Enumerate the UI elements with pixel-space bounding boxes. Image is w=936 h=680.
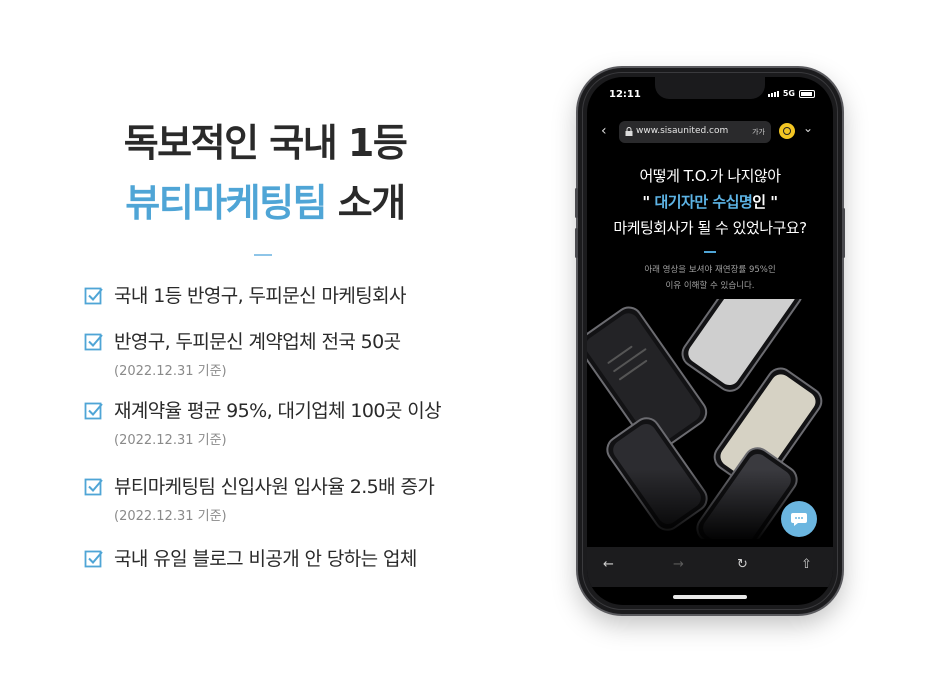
headline-rest: 소개 [326,181,406,225]
page-highlight: 대기자만 수십명 [654,193,753,211]
volume-down-button [575,228,578,258]
signal-icon [767,90,779,97]
feature-text: 재계약율 평균 95%, 대기업체 100곳 이상 [114,400,442,422]
page-subtext-line2: 이유 이해할 수 있습니다. [665,281,755,291]
feature-text: 국내 유일 블로그 비공개 안 당하는 업체 [114,548,417,570]
status-indicators: 5G [767,89,815,98]
share-icon[interactable]: ⇧ [801,557,812,572]
feature-note: (2022.12.31 기준) [114,509,227,524]
url-text: www.sisaunited.com [636,126,729,136]
battery-icon [799,89,815,98]
quote-open: " [642,193,655,211]
home-indicator [673,595,747,599]
checkbox-checked-icon [84,287,103,305]
feature-text: 뷰티마케팅팀 신입사원 입사율 2.5배 증가 [114,476,435,498]
lock-icon [625,127,633,136]
network-label: 5G [782,89,795,98]
intro-section: 독보적인 국내 1등 뷰티마케팅팀 소개 국내 1등 반영구, 두피문신 마케팅… [0,0,540,680]
page-subtext-line1: 아래 영상을 보셔야 재연장률 95%인 [644,265,776,275]
volume-up-button [575,188,578,218]
page-divider [704,251,716,253]
chevron-left-icon[interactable]: ‹ [601,123,607,139]
quote-close: 인 " [752,193,778,211]
chat-button[interactable] [781,501,817,537]
page-question-line3: 마케팅회사가 될 수 있었나구요? [613,219,807,237]
status-bar: 12:11 5G [587,77,833,113]
browser-toolbar: ← → ↻ ⇧ [587,547,833,587]
chat-bubble-icon [791,513,807,526]
address-field[interactable]: www.sisaunited.com 가가 [619,121,771,143]
extension-icon[interactable] [779,123,795,139]
status-time: 12:11 [609,89,641,100]
chevron-down-icon[interactable]: ⌄ [803,121,813,135]
checkbox-checked-icon [84,550,103,568]
headline-accent: 뷰티마케팅팀 [125,181,327,225]
browser-url-bar: ‹ www.sisaunited.com 가가 ⌄ [587,117,833,147]
feature-note: (2022.12.31 기준) [114,364,227,379]
back-arrow-icon[interactable]: ← [603,557,614,572]
headline-line1: 독보적인 국내 1등 [123,121,408,165]
phone-mockup: 12:11 5G ‹ www.sisaunited.com 가가 ⌄ 어떻게 T… [575,68,845,614]
checkbox-checked-icon [84,333,103,351]
headline-line2: 뷰티마케팅팀 소개 [0,172,530,227]
checkbox-checked-icon [84,478,103,496]
feature-note: (2022.12.31 기준) [114,433,227,448]
reload-icon[interactable]: ↻ [737,557,748,572]
page-question-line1: 어떻게 T.O.가 나지않아 [639,167,781,185]
phone-screen: 12:11 5G ‹ www.sisaunited.com 가가 ⌄ 어떻게 T… [587,77,833,605]
text-size-button[interactable]: 가가 [752,127,765,137]
checkbox-checked-icon [84,402,103,420]
headline-divider [254,254,272,256]
page-question-line2: " 대기자만 수십명인 " [587,191,833,212]
feature-text: 반영구, 두피문신 계약업체 전국 50곳 [114,331,401,353]
power-button [842,208,845,258]
feature-text: 국내 1등 반영구, 두피문신 마케팅회사 [114,285,406,307]
forward-arrow-icon[interactable]: → [673,557,684,572]
